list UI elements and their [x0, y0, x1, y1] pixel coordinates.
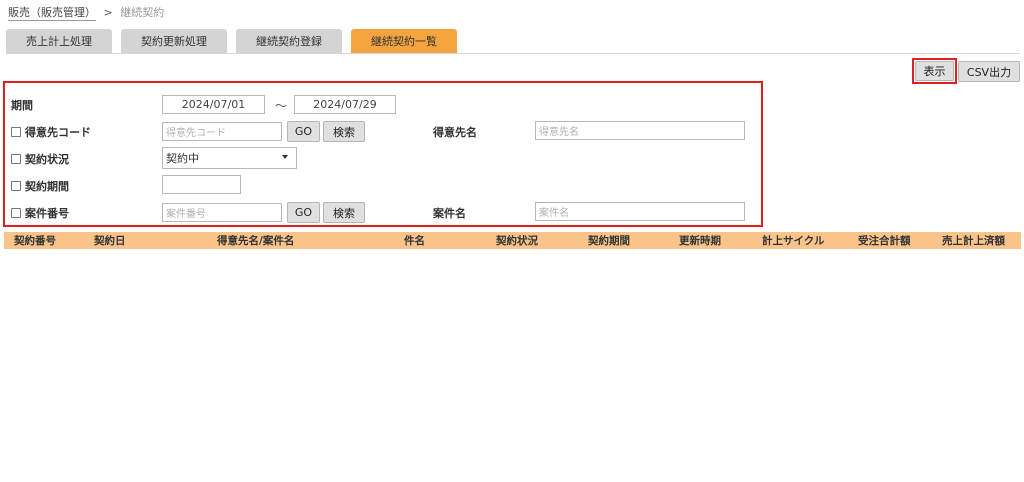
- customer-code-checkbox[interactable]: [11, 127, 21, 137]
- period-label: 期間: [11, 99, 33, 112]
- contract-period-row-label: 契約期間: [11, 178, 69, 194]
- column-header-billing-cycle[interactable]: 計上サイクル: [762, 232, 824, 249]
- project-number-checkbox[interactable]: [11, 208, 21, 218]
- breadcrumb: 販売（販売管理） > 継続契約: [8, 4, 165, 21]
- contract-status-row-label: 契約状況: [11, 151, 69, 167]
- tab-contract-list[interactable]: 継続契約一覧: [351, 29, 457, 53]
- breadcrumb-separator: >: [103, 6, 113, 19]
- project-number-row-label: 案件番号: [11, 205, 69, 221]
- column-header-contract-date[interactable]: 契約日: [94, 232, 126, 249]
- contract-status-selected: 契約中: [166, 152, 199, 165]
- csv-export-button[interactable]: CSV出力: [958, 61, 1020, 82]
- project-number-go-button[interactable]: GO: [287, 202, 320, 223]
- period-tilde: ～: [275, 99, 288, 113]
- column-header-renewal-timing[interactable]: 更新時期: [679, 232, 721, 249]
- column-header-recorded-sales[interactable]: 売上計上済額: [942, 232, 1005, 249]
- contract-status-select[interactable]: 契約中: [162, 147, 297, 169]
- customer-code-row-label: 得意先コード: [11, 124, 91, 140]
- project-number-search-button[interactable]: 検索: [323, 202, 365, 223]
- project-name-input[interactable]: 案件名: [535, 202, 745, 221]
- column-header-customer-project[interactable]: 得意先名/案件名: [217, 232, 294, 249]
- breadcrumb-current: 継続契約: [120, 6, 165, 19]
- customer-code-search-button[interactable]: 検索: [323, 121, 365, 142]
- period-to-input[interactable]: 2024/07/29: [294, 95, 396, 114]
- search-conditions-panel: 期間 2024/07/01 ～ 2024/07/29 得意先コード 得意先コード…: [3, 81, 763, 227]
- contract-period-checkbox[interactable]: [11, 181, 21, 191]
- column-header-subject[interactable]: 件名: [404, 232, 425, 249]
- tab-sales-recording[interactable]: 売上計上処理: [6, 29, 112, 53]
- tab-bar: 売上計上処理 契約更新処理 継続契約登録 継続契約一覧: [6, 29, 457, 53]
- customer-code-input[interactable]: 得意先コード: [162, 122, 282, 141]
- tab-contract-registration[interactable]: 継続契約登録: [236, 29, 342, 53]
- customer-name-input[interactable]: 得意先名: [535, 121, 745, 140]
- project-name-label: 案件名: [433, 207, 466, 220]
- column-header-contract-status[interactable]: 契約状況: [496, 232, 538, 249]
- display-button[interactable]: 表示: [915, 61, 954, 81]
- display-button-highlight: 表示: [912, 58, 957, 84]
- tab-divider: [6, 53, 1020, 54]
- contract-period-input[interactable]: [162, 175, 241, 194]
- breadcrumb-link-sales[interactable]: 販売（販売管理）: [8, 6, 96, 21]
- contract-table-header: 契約番号 契約日 得意先名/案件名 件名 契約状況 契約期間 更新時期 計上サイ…: [4, 232, 1021, 249]
- customer-name-label: 得意先名: [433, 126, 477, 139]
- column-header-order-total[interactable]: 受注合計額: [858, 232, 911, 249]
- contract-status-checkbox[interactable]: [11, 154, 21, 164]
- tab-contract-renewal[interactable]: 契約更新処理: [121, 29, 227, 53]
- project-number-input[interactable]: 案件番号: [162, 203, 282, 222]
- customer-code-go-button[interactable]: GO: [287, 121, 320, 142]
- column-header-contract-number[interactable]: 契約番号: [14, 232, 56, 249]
- column-header-contract-period[interactable]: 契約期間: [588, 232, 630, 249]
- chevron-down-icon: [282, 155, 288, 159]
- period-from-input[interactable]: 2024/07/01: [162, 95, 265, 114]
